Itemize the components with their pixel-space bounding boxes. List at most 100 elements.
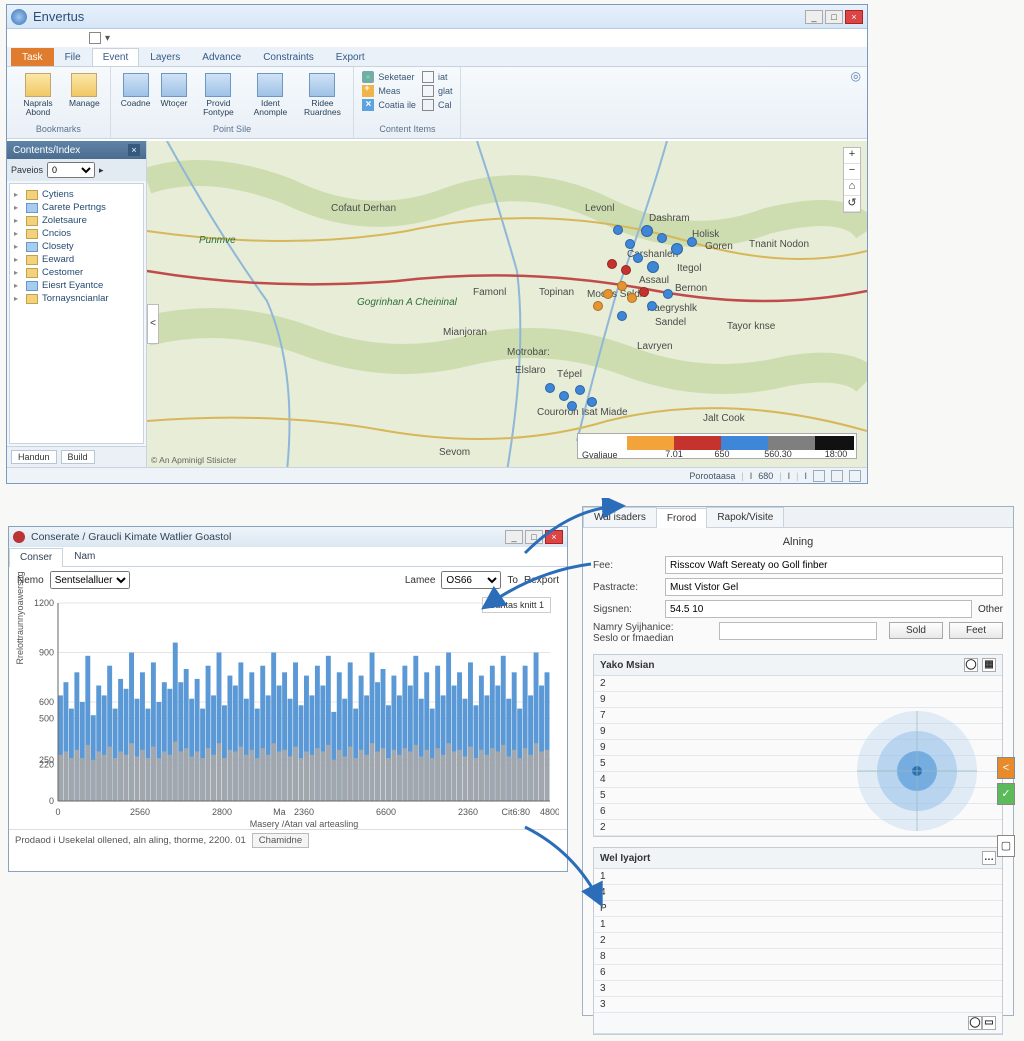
table-row[interactable]: 3: [594, 997, 1002, 1013]
panel-collapse-handle[interactable]: <: [147, 304, 159, 344]
sold-button[interactable]: Sold: [889, 622, 943, 639]
ribbon-item[interactable]: Coadne: [119, 71, 153, 110]
group-tool-icon[interactable]: ◯: [964, 658, 978, 672]
tree-node[interactable]: ▸Cestomer: [14, 266, 139, 279]
ribbon-tab-file[interactable]: File: [54, 48, 92, 66]
ribbon-tab-layers[interactable]: Layers: [139, 48, 191, 66]
chart-tab-nam[interactable]: Nam: [63, 547, 106, 566]
table-row[interactable]: 3: [594, 981, 1002, 997]
side-btn-build[interactable]: Build: [61, 450, 95, 464]
mem-input[interactable]: [719, 622, 877, 640]
map-canvas[interactable]: PunmveCofaut DerhanLevonlDashramHoliskGo…: [147, 141, 867, 467]
chart-name-select[interactable]: Sentselalluer: [50, 571, 130, 589]
ribbon-item[interactable]: Manage: [67, 71, 102, 110]
map-data-point[interactable]: [617, 281, 627, 291]
table-row[interactable]: 4: [594, 885, 1002, 901]
ribbon-list-item[interactable]: iat: [422, 71, 453, 83]
ribbon-help-icon[interactable]: ◎: [845, 67, 867, 138]
map-data-point[interactable]: [613, 225, 623, 235]
table-row[interactable]: 2: [594, 933, 1002, 949]
table-row[interactable]: 5: [594, 756, 1002, 772]
tree-expand-icon[interactable]: ▸: [14, 229, 22, 238]
table-row[interactable]: 6: [594, 804, 1002, 820]
table-row[interactable]: 9: [594, 740, 1002, 756]
map-control-button[interactable]: ↺: [844, 196, 860, 212]
map-control-button[interactable]: +: [844, 148, 860, 164]
table-row[interactable]: 9: [594, 692, 1002, 708]
map-data-point[interactable]: [545, 383, 555, 393]
side-toolbar-select[interactable]: 0: [47, 162, 95, 178]
tree-expand-icon[interactable]: ▸: [14, 281, 22, 290]
tree-expand-icon[interactable]: ▸: [14, 294, 22, 303]
map-data-point[interactable]: [647, 301, 657, 311]
sig-input[interactable]: [665, 600, 972, 618]
detail-tab-0[interactable]: Wal isaders: [583, 507, 657, 527]
side-btn-handun[interactable]: Handun: [11, 450, 57, 464]
map-data-point[interactable]: [687, 237, 697, 247]
map-data-point[interactable]: [639, 287, 649, 297]
ribbon-tab-advance[interactable]: Advance: [191, 48, 252, 66]
map-data-point[interactable]: [587, 397, 597, 407]
ribbon-item[interactable]: Provid Fontype: [195, 71, 241, 118]
map-data-point[interactable]: [627, 293, 637, 303]
side-toolbar-go-icon[interactable]: ▸: [99, 165, 104, 176]
ribbon-tab-event[interactable]: Event: [92, 48, 140, 66]
qat-item[interactable]: [89, 32, 101, 44]
tree-node[interactable]: ▸Eiesrt Eyantce: [14, 279, 139, 292]
chip-ok-icon[interactable]: ✓: [997, 783, 1015, 805]
minimize-button[interactable]: _: [805, 10, 823, 24]
ribbon-item[interactable]: Ridee Ruardnes: [299, 71, 345, 118]
ribbon-tab-constraints[interactable]: Constraints: [252, 48, 325, 66]
detail-tab-2[interactable]: Rapok/Visite: [706, 507, 784, 527]
table-row[interactable]: 9: [594, 724, 1002, 740]
tree-node[interactable]: ▸Eeward: [14, 253, 139, 266]
tree-node[interactable]: ▸Closety: [14, 240, 139, 253]
table-row[interactable]: 2: [594, 820, 1002, 836]
ribbon-item[interactable]: Wtoçer: [159, 71, 190, 110]
chart-max-button[interactable]: □: [525, 530, 543, 544]
map-data-point[interactable]: [633, 253, 643, 263]
map-data-point[interactable]: [663, 289, 673, 299]
tree-expand-icon[interactable]: ▸: [14, 203, 22, 212]
ribbon-tab-export[interactable]: Export: [325, 48, 376, 66]
status-box[interactable]: [849, 470, 861, 482]
map-data-point[interactable]: [671, 243, 683, 255]
chart-lat-select[interactable]: OS66: [441, 571, 501, 589]
table-row[interactable]: 6: [594, 965, 1002, 981]
tree-node[interactable]: ▸Zoletsaure: [14, 214, 139, 227]
feet-button[interactable]: Feet: [949, 622, 1003, 639]
chip-more-icon[interactable]: ▢: [997, 835, 1015, 857]
chart-close-button[interactable]: ×: [545, 530, 563, 544]
tree-expand-icon[interactable]: ▸: [14, 216, 22, 225]
group-remove-icon[interactable]: ▭: [982, 1016, 996, 1030]
map-data-point[interactable]: [607, 259, 617, 269]
side-panel-close-icon[interactable]: ×: [128, 144, 140, 156]
table-row[interactable]: P: [594, 901, 1002, 917]
map-control-button[interactable]: −: [844, 164, 860, 180]
status-box[interactable]: [813, 470, 825, 482]
map-data-point[interactable]: [657, 233, 667, 243]
table-row[interactable]: 1: [594, 917, 1002, 933]
group-add-icon[interactable]: ◯: [968, 1016, 982, 1030]
table-row[interactable]: 8: [594, 949, 1002, 965]
map-data-point[interactable]: [641, 225, 653, 237]
ribbon-list-item[interactable]: Cal: [422, 99, 453, 111]
ribbon-list-item[interactable]: Meas: [362, 85, 416, 97]
tree-node[interactable]: ▸Carete Pertngs: [14, 201, 139, 214]
map-data-point[interactable]: [617, 311, 627, 321]
tree-expand-icon[interactable]: ▸: [14, 255, 22, 264]
prod-input[interactable]: [665, 578, 1003, 596]
close-button[interactable]: ×: [845, 10, 863, 24]
fee-input[interactable]: [665, 556, 1003, 574]
table-row[interactable]: 4: [594, 772, 1002, 788]
map-control-button[interactable]: ⌂: [844, 180, 860, 196]
map-data-point[interactable]: [575, 385, 585, 395]
ribbon-item[interactable]: Naprals Abond: [15, 71, 61, 118]
tree-expand-icon[interactable]: ▸: [14, 190, 22, 199]
ribbon-list-item[interactable]: glat: [422, 85, 453, 97]
tree-expand-icon[interactable]: ▸: [14, 242, 22, 251]
tree-expand-icon[interactable]: ▸: [14, 268, 22, 277]
chart-footer-button[interactable]: Chamidne: [252, 833, 309, 848]
chart-tab-conser[interactable]: Conser: [9, 548, 63, 567]
tree-node[interactable]: ▸Cncios: [14, 227, 139, 240]
